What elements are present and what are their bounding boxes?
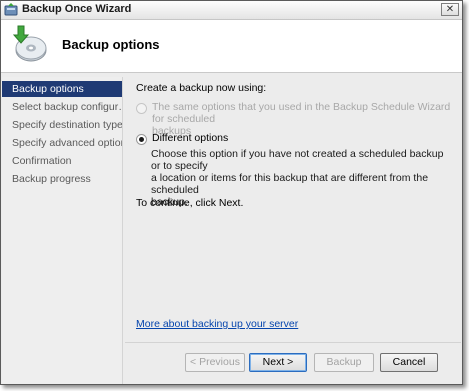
sidebar-item-specify-advanced-option[interactable]: Specify advanced option: [2, 135, 122, 151]
next-button[interactable]: Next >: [249, 353, 307, 372]
backup-button[interactable]: Backup: [314, 353, 374, 372]
sidebar-item-select-backup-configuration[interactable]: Select backup configur…: [2, 99, 122, 115]
description-line1: Choose this option if you have not creat…: [151, 148, 444, 172]
wizard-window: Backup Once Wizard ✕ Backup options Back…: [0, 0, 463, 385]
more-about-backup-link[interactable]: More about backing up your server: [136, 318, 298, 330]
sidebar-item-confirmation[interactable]: Confirmation: [2, 153, 122, 169]
continue-instruction: To continue, click Next.: [136, 197, 244, 209]
previous-button[interactable]: < Previous: [185, 353, 245, 372]
sidebar-item-backup-options[interactable]: Backup options: [2, 81, 122, 97]
button-divider: [125, 342, 461, 343]
main-content: Create a backup now using: The same opti…: [125, 77, 461, 341]
description-line2: a location or items for this backup that…: [151, 172, 429, 196]
lead-text: Create a backup now using:: [136, 82, 267, 94]
close-button[interactable]: ✕: [441, 3, 459, 16]
option-different-row: Different options: [136, 132, 228, 145]
cancel-button[interactable]: Cancel: [380, 353, 438, 372]
backup-app-icon: [4, 3, 18, 16]
page-title: Backup options: [62, 37, 160, 52]
wizard-steps-sidebar: Backup options Select backup configur… S…: [2, 77, 123, 384]
sidebar-item-backup-progress[interactable]: Backup progress: [2, 171, 122, 187]
window-title: Backup Once Wizard: [22, 3, 132, 15]
option-same-label-line1: The same options that you used in the Ba…: [152, 101, 451, 125]
option-same-radio[interactable]: [136, 103, 147, 114]
title-bar[interactable]: Backup Once Wizard ✕: [1, 1, 462, 20]
sidebar-item-specify-destination-type[interactable]: Specify destination type: [2, 117, 122, 133]
radio-selected-dot: [139, 137, 144, 142]
option-different-label[interactable]: Different options: [152, 132, 228, 145]
backup-disk-icon: [12, 25, 47, 62]
option-different-radio[interactable]: [136, 134, 147, 145]
wizard-header: Backup options: [1, 20, 462, 73]
